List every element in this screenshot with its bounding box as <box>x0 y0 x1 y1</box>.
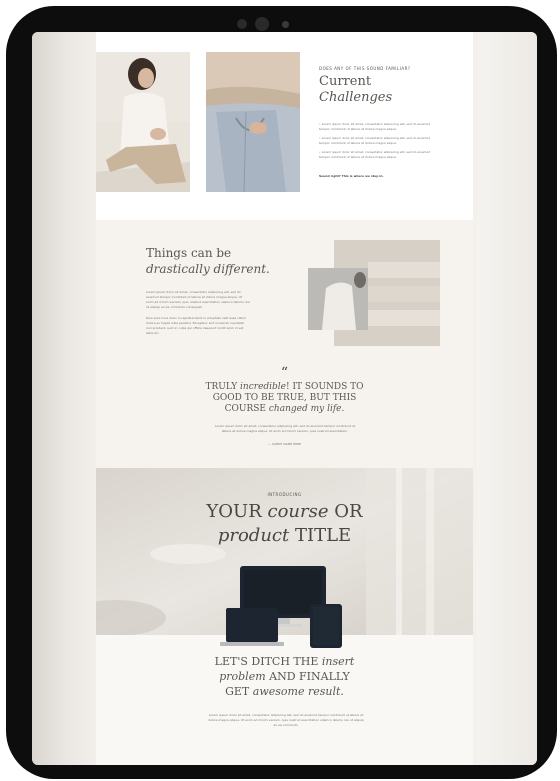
different-paragraph-1: Lorem ipsum dolor sit amet, consectetur … <box>146 290 250 309</box>
stairs-photo <box>308 240 440 346</box>
testimonial-line-2: GOOD TO BE TRUE, BUT THIS <box>212 393 357 403</box>
result-line-1: LET'S DITCH THE insert <box>214 655 355 668</box>
testimonial-body: Lorem ipsum dolor sit amet, consectetur … <box>214 424 356 433</box>
woman-seated-photo <box>96 52 190 192</box>
challenge-bullet-1: • Lorem ipsum dolor sit amet, consectetu… <box>319 122 431 131</box>
different-title-line2: drastically different. <box>146 262 270 276</box>
different-paragraph-2: Duis aute irure dolor in reprehenderit i… <box>146 316 247 335</box>
testimonial-line-3: COURSE changed my life. <box>224 404 345 414</box>
sensor-icon <box>237 19 247 29</box>
different-section: Things can be drastically different. Lor… <box>96 220 473 468</box>
challenge-bullet-3: • Lorem ipsum dolor sit amet, consectetu… <box>319 150 431 159</box>
result-line-3: GET awesome result. <box>225 685 344 698</box>
challenge-bullet-2: • Lorem ipsum dolor sit amet, consectetu… <box>319 136 431 145</box>
product-eyebrow: INTRODUCING <box>267 492 302 497</box>
challenges-cta: Sound right? This is where we step in. <box>319 174 384 178</box>
challenges-eyebrow: DOES ANY OF THIS SOUND FAMILIAR? <box>319 66 411 71</box>
light-sensor-icon <box>282 21 289 28</box>
quote-icon: “ <box>280 365 289 381</box>
testimonial-line-1: TRULY incredible! IT SOUNDS TO <box>205 382 364 392</box>
page-margin-left <box>32 32 96 765</box>
result-line-2: problem AND FINALLY <box>219 670 350 683</box>
result-body: Lorem ipsum dolor sit amet, consectetur … <box>208 713 364 727</box>
tablet-frame: DOES ANY OF THIS SOUND FAMILIAR? Current… <box>6 6 557 779</box>
page-margin-right <box>477 32 537 765</box>
challenges-title-line1: Current <box>319 74 372 89</box>
screen: DOES ANY OF THIS SOUND FAMILIAR? Current… <box>32 32 537 765</box>
testimonial-author: — CLIENT NAME HERE <box>267 442 302 446</box>
denim-pocket-photo <box>206 52 300 192</box>
product-title-line1: YOUR course OR <box>206 501 363 522</box>
camera-bar <box>6 16 557 32</box>
different-title-line1: Things can be <box>146 246 232 260</box>
challenges-section: DOES ANY OF THIS SOUND FAMILIAR? Current… <box>96 32 473 220</box>
camera-icon <box>255 17 269 31</box>
challenges-title-line2: Challenges <box>319 90 393 105</box>
devices-mockup <box>220 566 342 648</box>
product-title-line2: product TITLE <box>217 525 352 546</box>
landing-page: DOES ANY OF THIS SOUND FAMILIAR? Current… <box>96 32 473 765</box>
result-section: LET'S DITCH THE insert problem AND FINAL… <box>96 635 473 765</box>
